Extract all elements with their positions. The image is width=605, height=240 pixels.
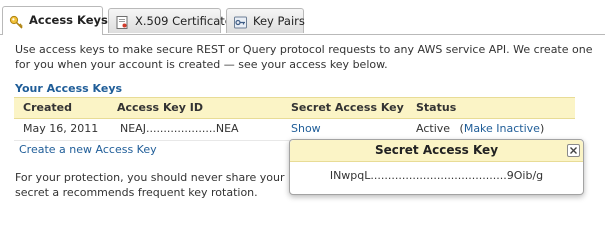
column-header-status: Status: [416, 101, 457, 114]
section-title: Your Access Keys: [15, 82, 123, 95]
table-row: May 16, 2011 NEAJ....................NEA…: [14, 118, 575, 141]
status-value: Active: [416, 122, 451, 135]
create-access-key-link[interactable]: Create a new Access Key: [19, 143, 157, 156]
status-paren-close: ): [539, 122, 545, 135]
key-pair-icon: [233, 14, 248, 29]
tab-label: Access Keys: [29, 13, 108, 27]
certificate-icon: [115, 14, 130, 29]
column-header-created: Created: [23, 101, 72, 114]
close-icon: [570, 147, 577, 154]
tab-label: Key Pairs: [253, 14, 305, 28]
popup-title: Secret Access Key: [374, 143, 499, 157]
show-secret-link[interactable]: Show: [291, 122, 321, 135]
status-cell: Active (Make Inactive): [416, 122, 544, 135]
make-inactive-link[interactable]: Make Inactive: [464, 122, 540, 135]
tab-x509-certificates[interactable]: X.509 Certificates: [108, 8, 238, 33]
key-icon: [9, 13, 24, 29]
tab-access-keys[interactable]: Access Keys: [2, 6, 108, 35]
protection-text: For your protection, you should never sh…: [15, 171, 285, 199]
created-date: May 16, 2011: [23, 122, 99, 135]
tab-label: X.509 Certificates: [135, 14, 238, 28]
close-button[interactable]: [567, 144, 580, 157]
column-header-access-key-id: Access Key ID: [117, 101, 203, 114]
secret-key-popup: Secret Access Key INwpqL................…: [289, 139, 584, 195]
tab-key-pairs[interactable]: Key Pairs: [226, 8, 305, 33]
access-key-id: NEAJ....................NEA: [120, 122, 239, 135]
table-header: Created Access Key ID Secret Access Key …: [14, 97, 575, 119]
secret-access-key-value: INwpqL..................................…: [329, 169, 544, 182]
intro-text: Use access keys to make secure REST or Q…: [15, 43, 593, 71]
tab-bar: Access Keys X.509 Certificates Key Pairs: [0, 0, 605, 35]
column-header-secret-access-key: Secret Access Key: [291, 101, 404, 114]
popup-header: Secret Access Key: [290, 140, 583, 162]
